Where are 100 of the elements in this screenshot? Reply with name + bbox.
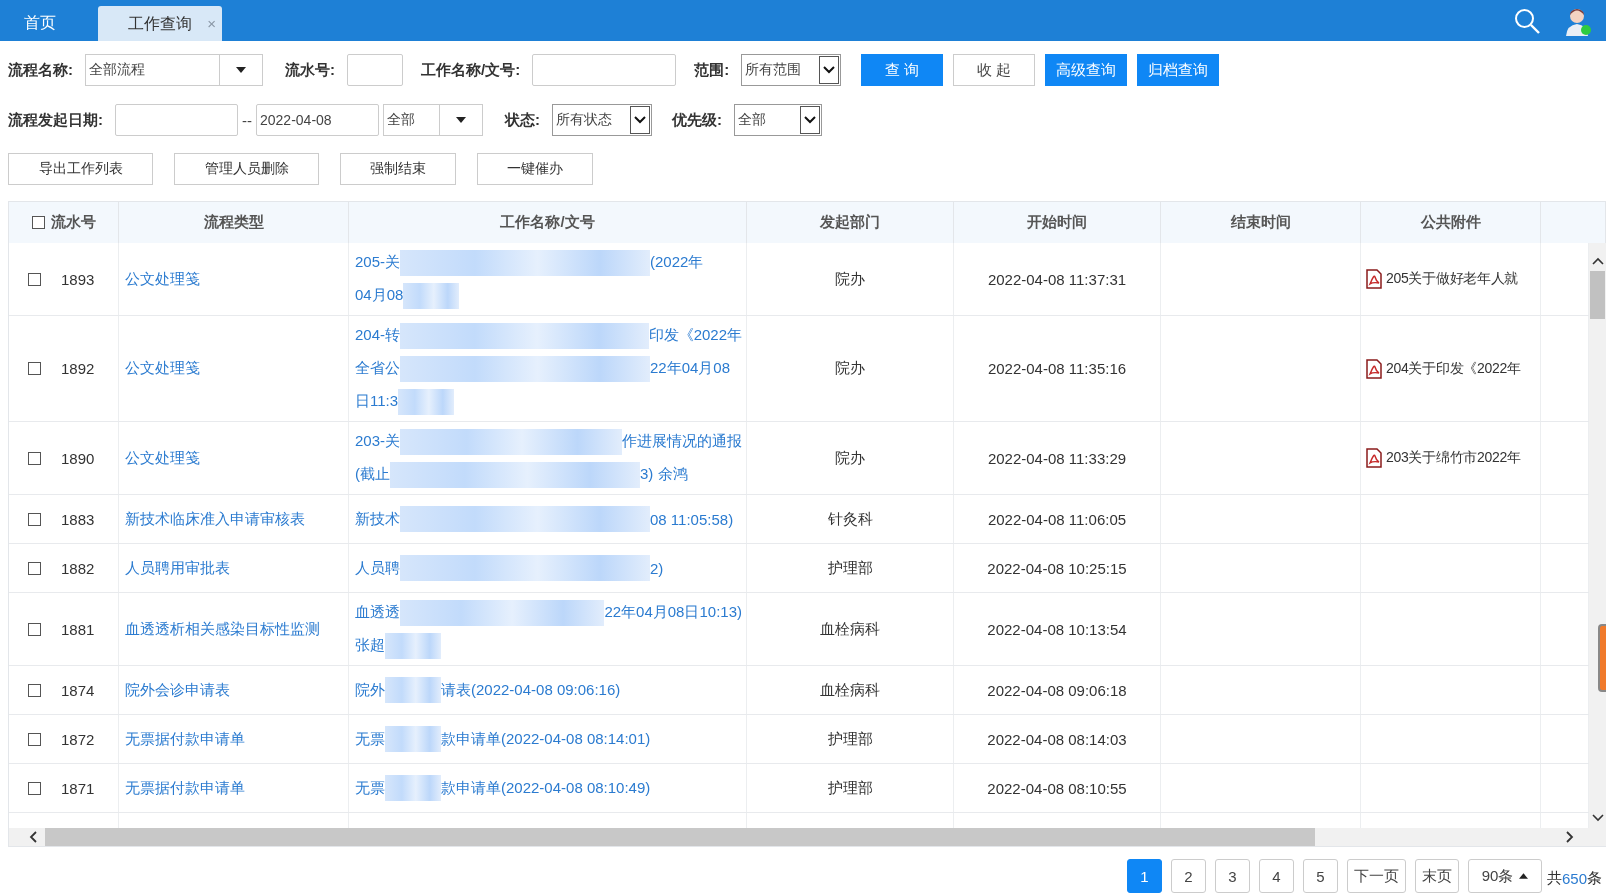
action-button[interactable]: 管理人员删除	[174, 153, 319, 185]
scrollbar-thumb[interactable]	[45, 828, 1315, 846]
search-icon[interactable]	[1514, 7, 1540, 34]
table-link[interactable]: 无票据付款申请单	[125, 729, 245, 749]
query-button[interactable]: 高级查询	[1045, 54, 1128, 86]
table-link[interactable]: 公文处理笺	[125, 359, 200, 378]
side-handle[interactable]	[1598, 624, 1606, 692]
table-link[interactable]: 203-关	[355, 432, 401, 451]
dropdown-field[interactable]: 所有范围	[741, 54, 842, 86]
checkbox[interactable]	[28, 732, 41, 746]
total-label: 共	[1546, 868, 1562, 888]
page-size-dropdown[interactable]: 90条	[1467, 859, 1542, 893]
table-cell: 1881	[61, 620, 95, 638]
table-link[interactable]: 22年04月08日10:13)	[604, 603, 742, 622]
text-field[interactable]	[347, 54, 403, 86]
next-page-button[interactable]: 下一页	[1346, 859, 1406, 893]
page-button[interactable]: 4	[1258, 859, 1294, 893]
attachment-link[interactable]: 204关于印发《2022年	[1386, 359, 1521, 378]
vertical-scrollbar[interactable]	[1589, 243, 1606, 828]
table-cell: 1872	[61, 730, 95, 748]
table-link[interactable]: (截止	[355, 465, 390, 484]
caret-icon	[236, 67, 246, 73]
table-link[interactable]: 院外	[355, 680, 385, 700]
page-button[interactable]: 3	[1214, 859, 1250, 893]
table-cell: 院办	[835, 269, 865, 289]
date-field[interactable]: 2022-04-08	[256, 104, 379, 136]
table-link[interactable]: 院外会诊申请表	[125, 680, 230, 700]
table-link[interactable]: (2022年	[650, 253, 704, 272]
table-link[interactable]: 血透透	[355, 603, 400, 622]
chevron-down-icon[interactable]	[1591, 814, 1604, 822]
checkbox[interactable]	[28, 451, 41, 465]
checkbox[interactable]	[28, 561, 41, 575]
table-link[interactable]: 无票	[355, 778, 385, 798]
attachment-link[interactable]: 203关于绵竹市2022年	[1386, 449, 1521, 467]
page-button[interactable]: 2	[1170, 859, 1206, 893]
table-link[interactable]: 无票据付款申请单	[125, 778, 245, 798]
query-button[interactable]: 归档查询	[1137, 54, 1220, 86]
chevron-left-icon[interactable]	[29, 831, 37, 843]
horizontal-scrollbar[interactable]	[9, 828, 1606, 846]
tab[interactable]: 工作查询 ×	[98, 6, 222, 41]
checkbox[interactable]	[28, 683, 41, 697]
table-link[interactable]: 公文处理笺	[125, 269, 200, 289]
table-link[interactable]: 日11:3	[355, 392, 399, 411]
blurred-region	[403, 282, 460, 309]
table-cell: 院办	[835, 359, 865, 378]
checkbox[interactable]	[31, 216, 45, 229]
table-link[interactable]: 204-转	[355, 326, 401, 345]
table-link[interactable]: 作进展情况的通报	[622, 432, 742, 451]
close-icon[interactable]: ×	[207, 6, 216, 42]
dropdown-field[interactable]: 全部	[383, 104, 483, 136]
tab[interactable]: 首页	[0, 0, 80, 41]
page-button[interactable]: 1	[1126, 859, 1162, 893]
table-cell: 1893	[61, 270, 95, 288]
checkbox[interactable]	[28, 781, 41, 795]
table-link[interactable]: 血透透析相关感染目标性监测	[125, 619, 320, 639]
table-link[interactable]: 205-关	[355, 253, 401, 272]
scrollbar-thumb[interactable]	[1590, 271, 1605, 319]
table-link[interactable]: 印发《2022年	[648, 326, 742, 345]
attachment-link[interactable]: 205关于做好老年人就	[1386, 270, 1519, 288]
chevron-right-icon[interactable]	[1566, 831, 1574, 843]
checkbox[interactable]	[28, 512, 41, 526]
table-link[interactable]: 08 11:05:58)	[650, 510, 734, 528]
checkbox[interactable]	[28, 622, 41, 636]
page-button[interactable]: 5	[1302, 859, 1338, 893]
action-button[interactable]: 一键催办	[477, 153, 593, 185]
table-link[interactable]: 新技术	[355, 509, 400, 529]
table-link[interactable]: 无票	[355, 729, 385, 749]
dropdown-field[interactable]: 全部流程	[85, 54, 263, 86]
table-cell: 2022-04-08 11:35:16	[987, 360, 1127, 377]
table-cell: 2022-04-08 08:14:03	[987, 730, 1127, 748]
table-link[interactable]: 款申请单(2022-04-08 08:10:49)	[441, 778, 651, 798]
table-link[interactable]: 22年04月08	[650, 359, 731, 378]
blurred-region	[385, 726, 441, 752]
checkbox[interactable]	[28, 272, 41, 286]
dropdown-field[interactable]: 所有状态	[552, 104, 652, 136]
table-cell: 2022-04-08 11:06:05	[987, 510, 1127, 528]
field-label: 流程发起日期:	[8, 110, 103, 130]
table-link[interactable]: 公文处理笺	[125, 448, 200, 468]
query-button[interactable]: 查 询	[861, 54, 944, 86]
text-field[interactable]	[532, 54, 677, 86]
query-button[interactable]: 收 起	[953, 54, 1036, 86]
checkbox[interactable]	[28, 362, 41, 375]
dropdown-field[interactable]: 全部	[734, 104, 822, 136]
table-link[interactable]: 04月08	[355, 286, 404, 305]
date-field[interactable]	[115, 104, 238, 136]
chevron-up-icon[interactable]	[1591, 257, 1604, 265]
last-page-button[interactable]: 末页	[1414, 859, 1459, 893]
table-link[interactable]: 全省公	[355, 359, 400, 378]
table-link[interactable]: 请表(2022-04-08 09:06:16)	[441, 680, 621, 700]
table-link[interactable]: 新技术临床准入申请审核表	[125, 509, 305, 529]
table-link[interactable]: 人员聘	[355, 558, 400, 578]
table-link[interactable]: 张超	[355, 636, 385, 655]
table-link[interactable]: 3) 余鸿	[640, 465, 688, 484]
chevron-down-icon	[634, 116, 646, 124]
action-button[interactable]: 强制结束	[340, 153, 456, 185]
table-link[interactable]: 人员聘用审批表	[125, 558, 230, 578]
table-link[interactable]: 2)	[650, 559, 664, 577]
action-button[interactable]: 导出工作列表	[8, 153, 153, 185]
table-cell: 2022-04-08 11:33:29	[987, 449, 1127, 467]
table-link[interactable]: 款申请单(2022-04-08 08:14:01)	[441, 729, 651, 749]
